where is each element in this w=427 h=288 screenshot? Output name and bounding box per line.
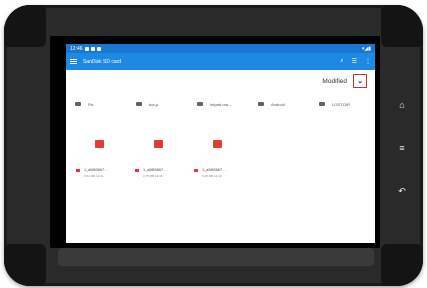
file-meta: 0.75 MB 12:41 xyxy=(143,174,163,178)
folder-icon xyxy=(75,102,81,106)
corner-bumper xyxy=(381,244,423,286)
page-title: SanDisk SD card xyxy=(83,58,122,65)
status-time: 12:46 xyxy=(70,45,83,52)
folder-icon xyxy=(258,102,264,106)
screen: 12:46 ▾◢▮ SanDisk SD card ⌕ ☰ ⋮ Modified… xyxy=(66,44,375,243)
file-name: 1_a5f83667… xyxy=(84,168,108,172)
sort-bar: Modified ⌄ xyxy=(66,70,375,92)
more-options-icon[interactable]: ⋮ xyxy=(365,58,371,65)
file-item[interactable]: 1_a5f83667… 0.52 MB 12:41 xyxy=(76,127,123,178)
file-name: 1_a5f83667… xyxy=(202,168,226,172)
hardware-keys: ⌂ ≡ ↶ xyxy=(393,100,411,229)
notification-icon xyxy=(90,46,95,51)
folder-icon xyxy=(319,102,325,106)
status-bar: 12:46 ▾◢▮ xyxy=(66,44,375,53)
home-key-icon[interactable]: ⌂ xyxy=(393,100,411,143)
folder-list: Pic bot-p Intpad-ma… Android LOST.DIR xyxy=(66,92,375,112)
file-item[interactable]: 1_a5f83667… 0.25 MB 12:40 xyxy=(194,127,241,178)
corner-bumper xyxy=(4,5,46,47)
menu-icon[interactable] xyxy=(70,59,77,64)
file-grid: 1_a5f83667… 0.52 MB 12:41 1_a5f83667… 0.… xyxy=(66,112,375,178)
file-meta: 0.25 MB 12:40 xyxy=(202,174,222,178)
search-icon[interactable]: ⌕ xyxy=(340,58,343,65)
notification-icon xyxy=(96,46,101,51)
corner-bumper xyxy=(4,244,46,286)
folder-icon xyxy=(197,102,203,106)
file-thumbnail xyxy=(135,127,182,161)
back-key-icon[interactable]: ↶ xyxy=(393,186,411,229)
menu-key-icon[interactable]: ≡ xyxy=(393,143,411,186)
folder-icon xyxy=(136,102,142,106)
signal-battery-icon: ▾◢▮ xyxy=(361,45,371,52)
file-name: 1_a5f83667… xyxy=(143,168,167,172)
app-bar: SanDisk SD card ⌕ ☰ ⋮ xyxy=(66,53,375,70)
folder-item[interactable]: LOST.DIR xyxy=(315,96,370,112)
notification-icon xyxy=(84,46,89,51)
file-type-icon xyxy=(194,168,198,172)
file-type-icon xyxy=(76,168,80,172)
file-item[interactable]: 1_a5f83667… 0.75 MB 12:41 xyxy=(135,127,182,178)
list-view-icon[interactable]: ☰ xyxy=(352,58,357,65)
document-icon xyxy=(213,140,222,148)
file-thumbnail xyxy=(194,127,241,161)
folder-item[interactable]: Android xyxy=(254,96,309,112)
file-meta: 0.52 MB 12:41 xyxy=(84,174,104,178)
bottom-bezel xyxy=(58,248,374,266)
folder-item[interactable]: Pic xyxy=(71,96,126,112)
sort-label[interactable]: Modified xyxy=(322,78,347,85)
folder-item[interactable]: bot-p xyxy=(132,96,187,112)
corner-bumper xyxy=(381,5,423,47)
file-thumbnail xyxy=(76,127,123,161)
document-icon xyxy=(95,140,104,148)
folder-item[interactable]: Intpad-ma… xyxy=(193,96,248,112)
document-icon xyxy=(154,140,163,148)
file-type-icon xyxy=(135,168,139,172)
sort-direction-button[interactable]: ⌄ xyxy=(353,74,367,88)
